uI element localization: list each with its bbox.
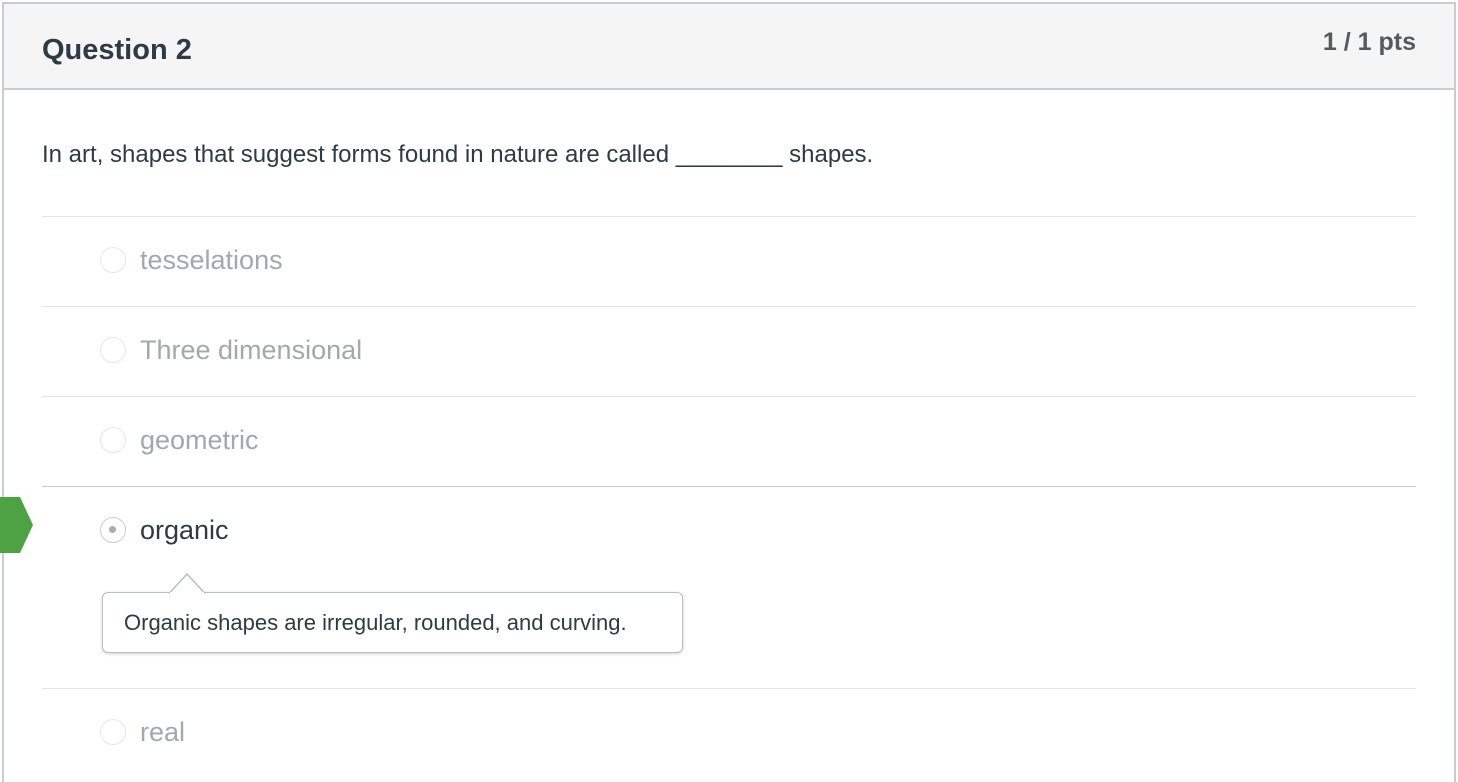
- answer-option: Three dimensional: [42, 306, 1416, 396]
- question-header: Question 2 1 / 1 pts: [4, 4, 1454, 90]
- correct-answer-flag-icon: [0, 497, 33, 553]
- question-card: Question 2 1 / 1 pts In art, shapes that…: [2, 2, 1456, 782]
- comment-pointer: [169, 572, 205, 594]
- answer-label: Three dimensional: [140, 335, 363, 365]
- answer-label: tesselations: [140, 245, 283, 275]
- answer-radio: [100, 719, 126, 745]
- answer-option: geometric: [42, 396, 1416, 486]
- answer-radio: [100, 247, 126, 273]
- answer-comment: Organic shapes are irregular, rounded, a…: [102, 572, 683, 653]
- answer-label: organic: [140, 515, 229, 545]
- answer-option-selected: organic Organic shapes are irregular, ro…: [42, 486, 1416, 688]
- answer-radio: [100, 427, 126, 453]
- question-title: Question 2: [42, 34, 192, 66]
- answer-option: tesselations: [42, 216, 1416, 306]
- answer-option: real: [42, 688, 1416, 778]
- question-prompt: In art, shapes that suggest forms found …: [42, 141, 874, 168]
- question-points: 1 / 1 pts: [1322, 28, 1416, 56]
- answer-radio: [100, 337, 126, 363]
- answer-label: geometric: [140, 425, 259, 455]
- answer-comment-text: Organic shapes are irregular, rounded, a…: [124, 610, 627, 635]
- answer-list: tesselations Three dimensional geometric…: [42, 216, 1416, 778]
- answer-label: real: [140, 717, 186, 747]
- answer-radio-checked: [100, 517, 126, 543]
